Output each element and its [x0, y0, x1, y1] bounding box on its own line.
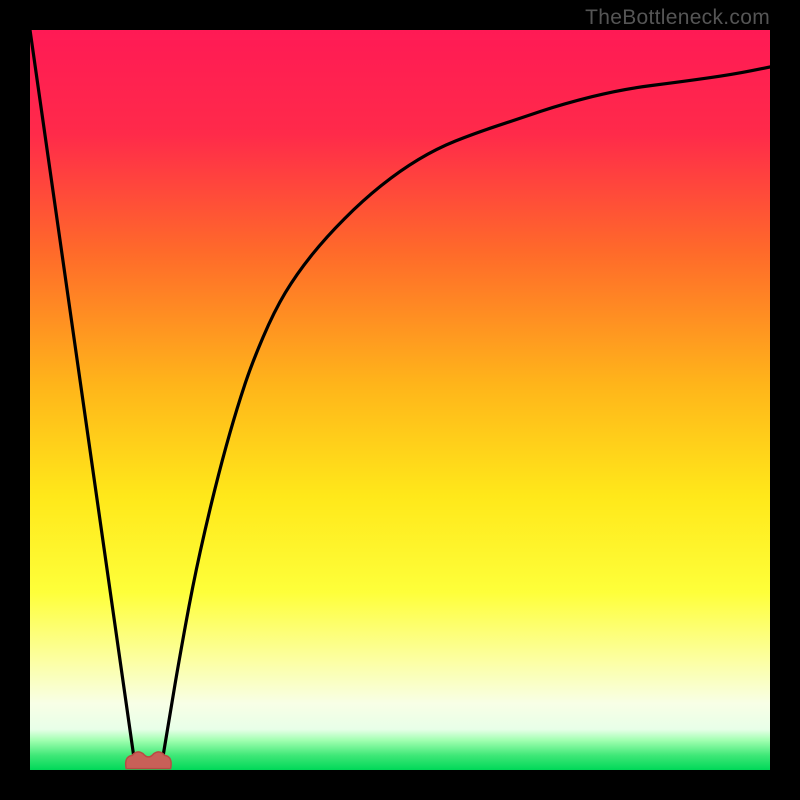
plot-area	[30, 30, 770, 770]
optimal-marker	[126, 752, 171, 769]
curve-left-descent	[30, 30, 134, 755]
attribution-text: TheBottleneck.com	[585, 6, 770, 30]
chart-frame: TheBottleneck.com	[0, 0, 800, 800]
curve-layer	[30, 30, 770, 770]
curve-right-ascent	[163, 67, 770, 755]
